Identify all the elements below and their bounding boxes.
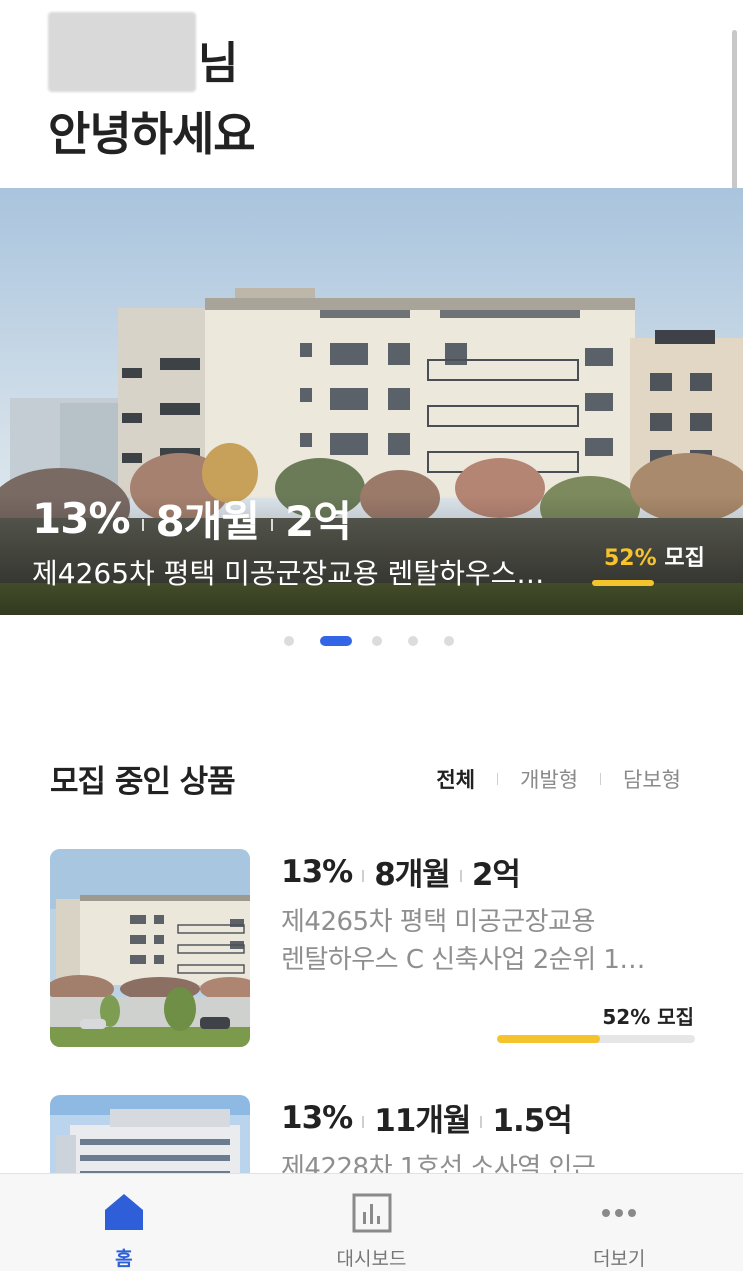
- product-amount: 2억: [471, 857, 521, 893]
- greeting: 님 안녕하세요: [48, 8, 256, 164]
- divider: [362, 1115, 365, 1128]
- carousel-dot[interactable]: [284, 636, 294, 646]
- product-recruit-status: 52% 모집: [602, 1005, 694, 1029]
- divider: [362, 869, 365, 882]
- product-filter-tabs: 전체 개발형 담보형: [436, 764, 681, 794]
- user-name-redacted: [48, 12, 196, 92]
- banner-progress-bar: [592, 580, 654, 586]
- product-progress-fill: [497, 1035, 600, 1043]
- carousel-dot-active[interactable]: [320, 636, 352, 646]
- hero-banner[interactable]: 13% 8개월 2억 제4265차 평택 미공군장교용 렌탈하우스… 52% 모…: [0, 188, 743, 615]
- filter-tab-all[interactable]: 전체: [436, 764, 475, 794]
- nav-label-more: 더보기: [592, 1248, 646, 1270]
- banner-title: 제4265차 평택 미공군장교용 렌탈하우스…: [32, 557, 545, 590]
- product-stats: 13% 11개월 1.5억: [281, 1095, 573, 1140]
- product-card[interactable]: 13% 8개월 2억 제4265차 평택 미공군장교용 렌탈하우스 C 신축사업…: [50, 849, 698, 1049]
- banner-recruit-status: 52% 모집: [604, 540, 705, 572]
- product-stats: 13% 8개월 2억: [281, 849, 521, 894]
- banner-stats: 13% 8개월 2억: [32, 488, 352, 549]
- nav-item-dashboard[interactable]: 대시보드: [248, 1174, 496, 1271]
- filter-tab-collateral[interactable]: 담보형: [623, 764, 681, 794]
- nav-item-more[interactable]: 더보기: [495, 1174, 743, 1271]
- banner-rate: 13%: [32, 494, 131, 543]
- nav-label-home: 홈: [115, 1248, 133, 1270]
- product-rate: 13%: [281, 853, 353, 890]
- section-title: 모집 중인 상품: [50, 764, 236, 800]
- banner-recruit-label: 모집: [664, 546, 705, 571]
- carousel-indicator: [284, 636, 480, 646]
- greeting-hello: 안녕하세요: [48, 107, 256, 161]
- nav-label-dashboard: 대시보드: [336, 1248, 407, 1270]
- bottom-navigation: 홈 대시보드 더보기: [0, 1173, 743, 1271]
- home-screen: 님 안녕하세요 13% 8개월 2억 제4265차 평택 미공군장교용 렌탈하우…: [0, 0, 743, 1271]
- product-title: 제4265차 평택 미공군장교용 렌탈하우스 C 신축사업 2순위 1…: [281, 903, 701, 979]
- product-title-line: 렌탈하우스 C 신축사업 2순위 1…: [281, 945, 645, 975]
- product-term: 11개월: [374, 1103, 471, 1139]
- banner-term: 8개월: [155, 497, 261, 546]
- dashboard-icon: [352, 1193, 391, 1233]
- filter-tab-development[interactable]: 개발형: [520, 764, 578, 794]
- divider: [497, 773, 499, 785]
- divider: [141, 518, 144, 531]
- product-thumbnail: [50, 849, 250, 1047]
- divider: [271, 518, 274, 531]
- banner-recruit-percent: 52%: [604, 546, 657, 571]
- product-title-line: 제4265차 평택 미공군장교용: [281, 907, 595, 937]
- divider: [459, 869, 462, 882]
- more-icon: [602, 1209, 637, 1217]
- divider: [600, 773, 602, 785]
- greeting-honorific: 님: [198, 38, 239, 89]
- banner-amount: 2억: [285, 497, 352, 546]
- product-progress-bar: [497, 1035, 695, 1043]
- home-icon: [104, 1194, 143, 1230]
- carousel-dot[interactable]: [444, 636, 454, 646]
- divider: [480, 1115, 483, 1128]
- carousel-dot[interactable]: [372, 636, 382, 646]
- product-term: 8개월: [374, 857, 451, 893]
- nav-item-home[interactable]: 홈: [0, 1174, 248, 1271]
- product-rate: 13%: [281, 1099, 353, 1136]
- product-amount: 1.5억: [492, 1103, 572, 1139]
- carousel-dot[interactable]: [408, 636, 418, 646]
